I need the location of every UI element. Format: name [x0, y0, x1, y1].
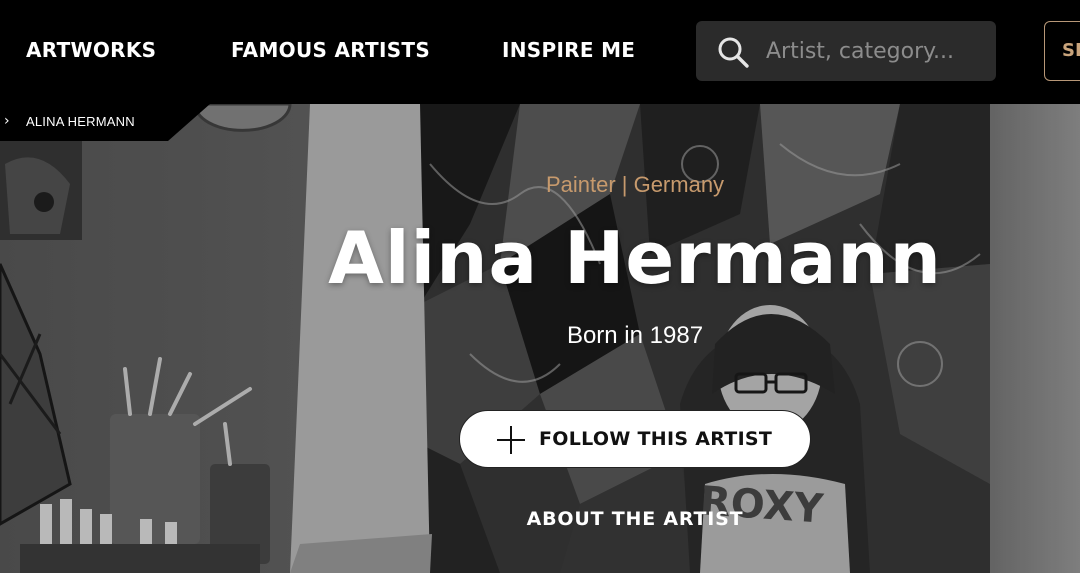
- nav-famous-artists-link[interactable]: FAMOUS ARTISTS: [231, 38, 430, 62]
- search-icon[interactable]: [716, 35, 750, 69]
- chevron-right-icon: ›: [4, 113, 10, 129]
- follow-artist-label: FOLLOW THIS ARTIST: [539, 428, 773, 450]
- about-the-artist-link[interactable]: ABOUT THE ARTIST: [0, 508, 1080, 530]
- nav-inspire-me-link[interactable]: INSPIRE ME: [502, 38, 635, 62]
- artist-subtitle: Painter | Germany: [545, 172, 725, 197]
- breadcrumb: › ALINA HERMANN: [0, 104, 210, 141]
- artist-name-heading: Alina Hermann: [328, 216, 942, 300]
- breadcrumb-current[interactable]: ALINA HERMANN: [26, 114, 135, 129]
- top-navigation: ARTWORKS FAMOUS ARTISTS INSPIRE ME SE: [0, 0, 1080, 104]
- artist-born-text: Born in 1987: [566, 322, 704, 349]
- header-cta-button[interactable]: SE: [1044, 21, 1080, 81]
- follow-artist-button[interactable]: FOLLOW THIS ARTIST: [459, 410, 811, 468]
- artist-hero: ROXY Painter | Germany Alina Hermann Bor…: [0, 104, 1080, 573]
- nav-artworks-link[interactable]: ARTWORKS: [26, 38, 156, 62]
- plus-icon: [497, 426, 525, 454]
- search-input[interactable]: [766, 21, 986, 81]
- search-box[interactable]: [696, 21, 996, 81]
